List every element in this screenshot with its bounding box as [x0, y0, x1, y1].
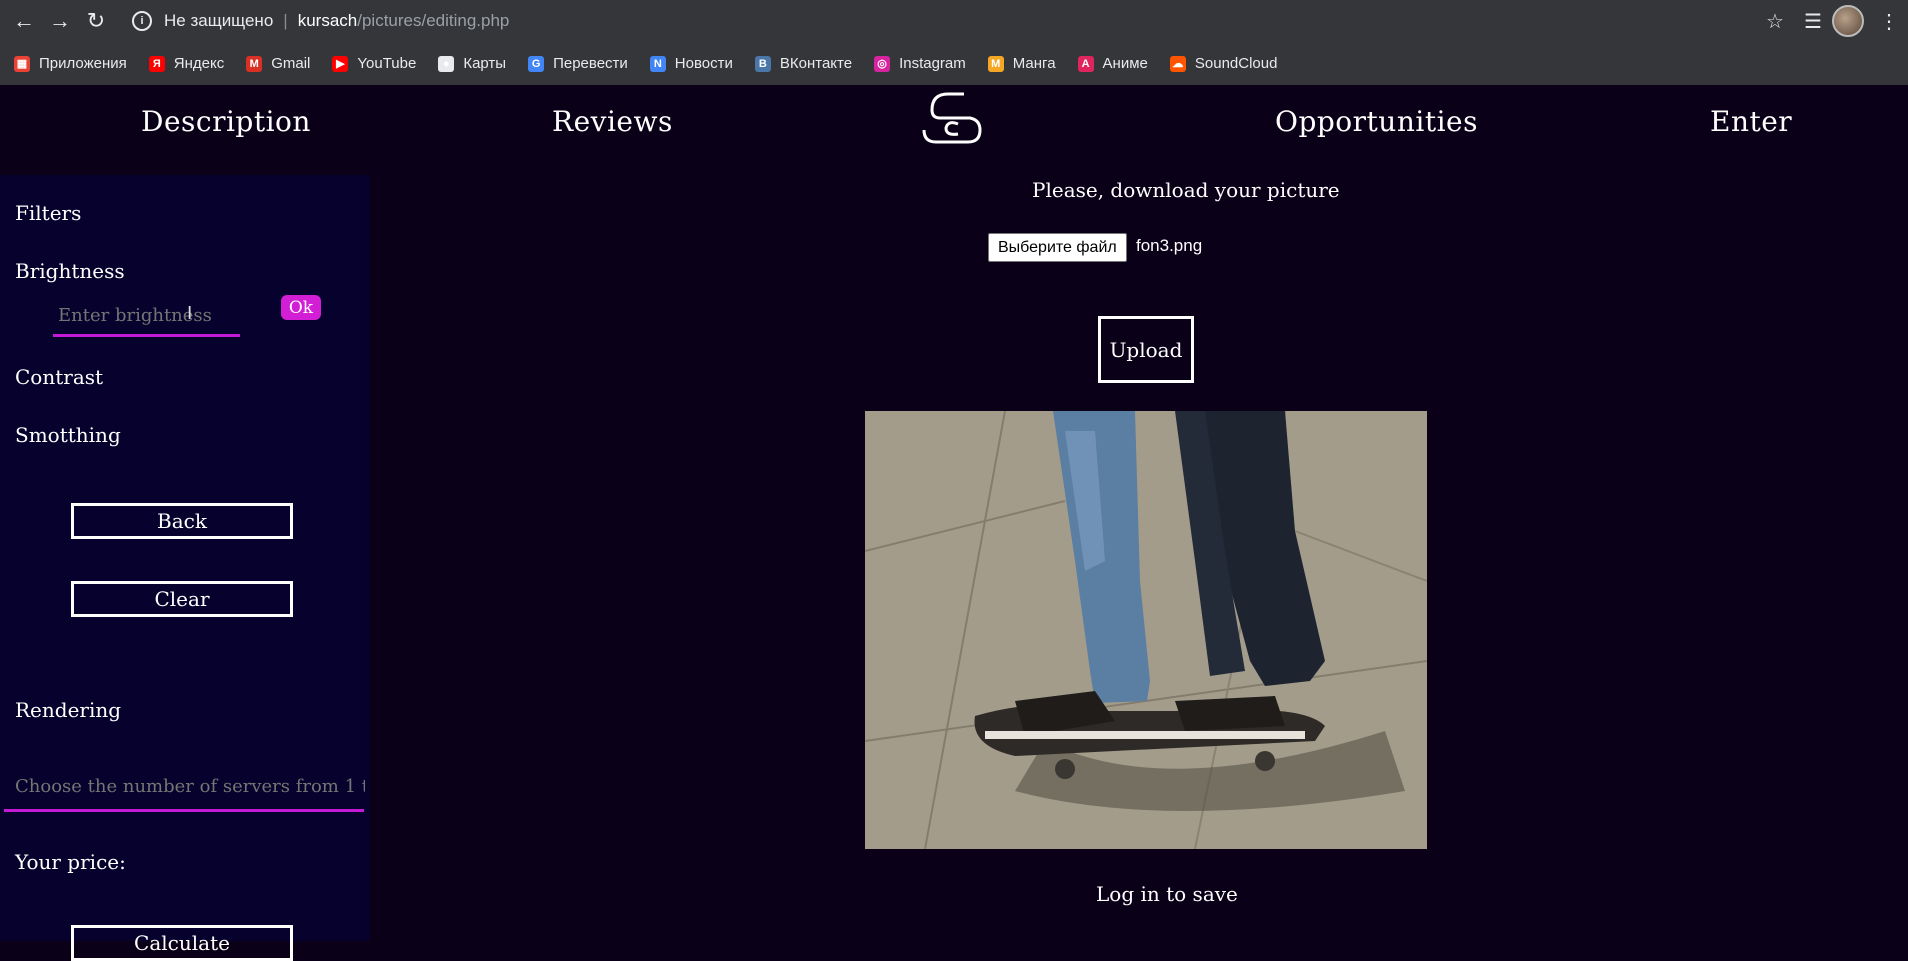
- bookmark-label: Манга: [1012, 55, 1056, 72]
- text-cursor-icon: I: [187, 303, 193, 324]
- bookmark-item[interactable]: Я Яндекс: [148, 55, 225, 72]
- bookmark-item[interactable]: M Манга: [987, 55, 1056, 72]
- security-label: Не защищено: [164, 11, 274, 30]
- nav-reviews[interactable]: Reviews: [552, 105, 673, 138]
- bookmark-label: Приложения: [39, 55, 127, 72]
- bookmark-item[interactable]: G Перевести: [528, 55, 628, 72]
- clear-button[interactable]: Clear: [71, 581, 293, 617]
- bookmark-item[interactable]: M Gmail: [246, 55, 310, 72]
- bookmark-item[interactable]: ▦ Приложения: [14, 55, 127, 72]
- soundcloud-icon: ☁: [1169, 55, 1186, 72]
- price-label: Your price:: [15, 850, 126, 874]
- maps-globe-icon: ●: [438, 55, 455, 72]
- url-path: /pictures/editing.php: [357, 11, 510, 30]
- filters-heading: Filters: [15, 201, 82, 225]
- bookmark-label: YouTube: [357, 55, 417, 72]
- bookmark-item[interactable]: ☁ SoundCloud: [1169, 55, 1278, 72]
- brightness-ok-button[interactable]: Ok: [281, 295, 321, 320]
- back-arrow-icon[interactable]: ←: [6, 3, 42, 39]
- download-prompt: Please, download your picture: [1032, 178, 1340, 202]
- login-to-save-note[interactable]: Log in to save: [1096, 882, 1238, 906]
- browser-toolbar: ← → ↻ i Не защищено | kursach/pictures/e…: [0, 0, 1908, 42]
- translate-icon: G: [528, 55, 545, 72]
- reload-icon[interactable]: ↻: [78, 3, 114, 39]
- bookmarks-bar: ▦ Приложения Я Яндекс M Gmail ▶ YouTube ● Карты G П…: [0, 42, 1908, 85]
- info-icon[interactable]: i: [132, 11, 152, 31]
- bookmark-item[interactable]: N Новости: [649, 55, 733, 72]
- calculate-button[interactable]: Calculate: [71, 925, 293, 961]
- nav-enter[interactable]: Enter: [1710, 105, 1792, 138]
- vk-icon: В: [754, 55, 771, 72]
- rendering-heading: Rendering: [15, 698, 122, 722]
- brightness-label[interactable]: Brightness: [15, 259, 125, 283]
- chosen-file-name: fon3.png: [1136, 236, 1203, 255]
- bookmark-item[interactable]: ▶ YouTube: [332, 55, 416, 72]
- bookmark-label: Яндекс: [173, 55, 225, 72]
- filters-sidebar: Filters Brightness I Ok Contrast Smotthi…: [0, 175, 370, 961]
- bookmark-label: Аниме: [1102, 55, 1148, 72]
- bookmark-label: Новости: [674, 55, 733, 72]
- bookmark-label: Gmail: [271, 55, 311, 72]
- upload-button[interactable]: Upload: [1098, 316, 1194, 383]
- bookmark-item[interactable]: A Аниме: [1077, 55, 1148, 72]
- uploaded-picture-preview: [865, 411, 1427, 849]
- bookmark-label: Карты: [463, 55, 507, 72]
- manga-icon: M: [987, 55, 1004, 72]
- contrast-label[interactable]: Contrast: [15, 365, 103, 389]
- yandex-icon: Я: [148, 55, 165, 72]
- site-header: Description Reviews Opportunities Enter: [0, 85, 1908, 175]
- kebab-menu-icon[interactable]: ⋮: [1870, 9, 1908, 34]
- news-icon: N: [649, 55, 666, 72]
- smoothing-label[interactable]: Smotthing: [15, 423, 121, 447]
- anime-icon: A: [1077, 55, 1094, 72]
- url-host: kursach: [297, 11, 358, 30]
- bookmark-label: Instagram: [899, 55, 966, 72]
- forward-arrow-icon[interactable]: →: [42, 3, 78, 39]
- bookmark-item[interactable]: ● Карты: [438, 55, 506, 72]
- bookmark-item[interactable]: В ВКонтакте: [754, 55, 853, 72]
- brightness-input[interactable]: [53, 301, 238, 329]
- back-button[interactable]: Back: [71, 503, 293, 539]
- choose-file-button[interactable]: Выберите файл: [988, 233, 1127, 262]
- bookmark-label: ВКонтакте: [779, 55, 853, 72]
- nav-opportunities[interactable]: Opportunities: [1275, 105, 1478, 138]
- bookmark-label: SoundCloud: [1194, 55, 1278, 72]
- youtube-icon: ▶: [332, 55, 349, 72]
- address-separator: |: [283, 11, 288, 30]
- instagram-icon: ◎: [874, 55, 891, 72]
- site-logo-icon[interactable]: [918, 90, 986, 146]
- avatar[interactable]: [1832, 5, 1864, 37]
- servers-underline: [4, 809, 364, 812]
- nav-description[interactable]: Description: [141, 105, 311, 138]
- profile-avatar-wrap[interactable]: [1832, 5, 1870, 37]
- address-bar[interactable]: i Не защищено | kursach/pictures/editing…: [132, 11, 509, 31]
- gmail-icon: M: [246, 55, 263, 72]
- servers-input[interactable]: [10, 771, 365, 801]
- bookmark-item[interactable]: ◎ Instagram: [874, 55, 966, 72]
- media-control-icon[interactable]: ☰: [1794, 9, 1832, 34]
- apps-grid-icon: ▦: [14, 55, 30, 72]
- brightness-underline: [53, 334, 240, 337]
- bookmark-label: Перевести: [553, 55, 628, 72]
- star-bookmark-icon[interactable]: ☆: [1756, 9, 1794, 34]
